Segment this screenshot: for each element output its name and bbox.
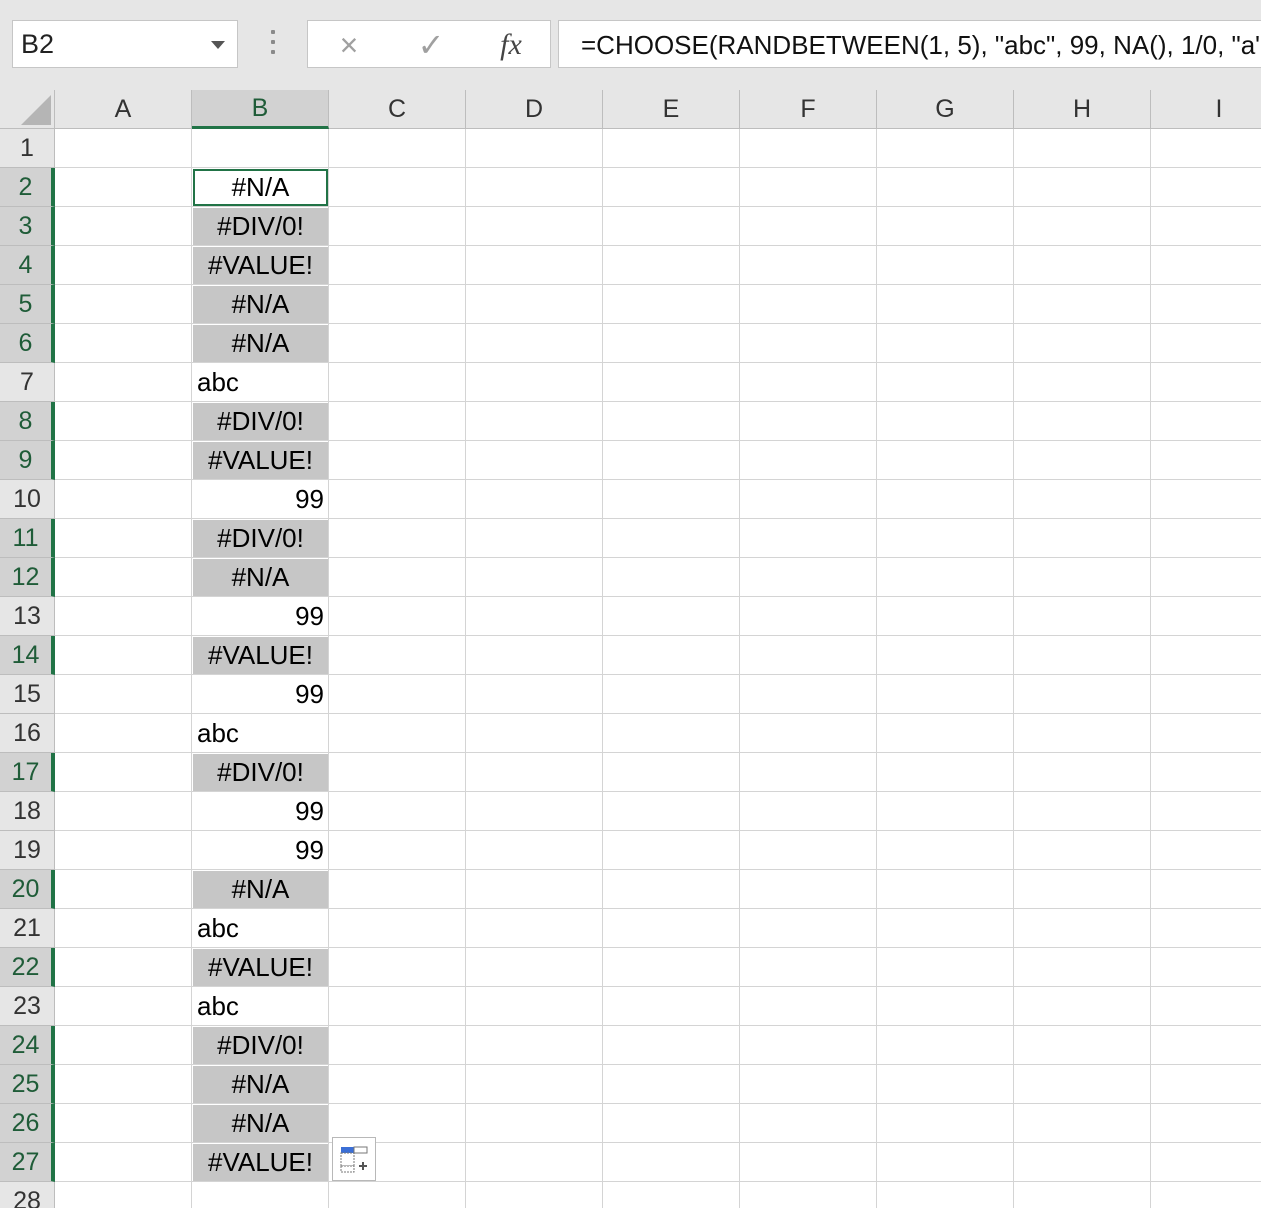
- cell-b14[interactable]: #VALUE!: [193, 637, 328, 674]
- row-header-3[interactable]: 3: [0, 207, 55, 246]
- row-header-23[interactable]: 23: [0, 987, 55, 1026]
- row-header-27[interactable]: 27: [0, 1143, 55, 1182]
- row-header-16[interactable]: 16: [0, 714, 55, 753]
- cell-b25[interactable]: #N/A: [193, 1066, 328, 1103]
- checkmark-icon[interactable]: ✓: [406, 25, 456, 65]
- row-header-17[interactable]: 17: [0, 753, 55, 792]
- worksheet-grid[interactable]: ABCDEFGHI 1 2 3 4 5 6 7 8 9 10 11 12 13 14 15 16 17 18 19 2…: [0, 90, 1261, 1208]
- row-header-15[interactable]: 15: [0, 675, 55, 714]
- cell-b24[interactable]: #DIV/0!: [193, 1027, 328, 1064]
- cell-b22[interactable]: #VALUE!: [193, 949, 328, 986]
- cell-b16[interactable]: abc: [193, 715, 328, 752]
- formula-text: =CHOOSE(RANDBETWEEN(1, 5), "abc", 99, NA…: [581, 30, 1261, 60]
- cell-b15[interactable]: 99: [193, 676, 328, 713]
- column-header-b[interactable]: B: [192, 90, 329, 129]
- row-header-26[interactable]: 26: [0, 1104, 55, 1143]
- cell-b9[interactable]: #VALUE!: [193, 442, 328, 479]
- cell-b18[interactable]: 99: [193, 793, 328, 830]
- column-header-c[interactable]: C: [329, 90, 466, 129]
- row-header-18[interactable]: 18: [0, 792, 55, 831]
- cell-b11[interactable]: #DIV/0!: [193, 520, 328, 557]
- row-header-12[interactable]: 12: [0, 558, 55, 597]
- cell-b6[interactable]: #N/A: [193, 325, 328, 362]
- column-header-f[interactable]: F: [740, 90, 877, 129]
- insert-function-icon[interactable]: fx: [486, 25, 536, 65]
- row-header-1[interactable]: 1: [0, 129, 55, 168]
- quick-analysis-icon[interactable]: [332, 1137, 376, 1181]
- chevron-down-icon[interactable]: [211, 41, 225, 49]
- row-header-13[interactable]: 13: [0, 597, 55, 636]
- row-header-22[interactable]: 22: [0, 948, 55, 987]
- row-header-7[interactable]: 7: [0, 363, 55, 402]
- row-header-11[interactable]: 11: [0, 519, 55, 558]
- cell-b2[interactable]: #N/A: [193, 169, 328, 206]
- column-header-d[interactable]: D: [466, 90, 603, 129]
- name-box[interactable]: B2: [12, 20, 238, 68]
- row-header-28[interactable]: 28: [0, 1182, 55, 1208]
- cell-b26[interactable]: #N/A: [193, 1105, 328, 1142]
- cell-b4[interactable]: #VALUE!: [193, 247, 328, 284]
- cell-b3[interactable]: #DIV/0!: [193, 208, 328, 245]
- cell-b12[interactable]: #N/A: [193, 559, 328, 596]
- cell-b7[interactable]: abc: [193, 364, 328, 401]
- row-header-14[interactable]: 14: [0, 636, 55, 675]
- formula-input[interactable]: =CHOOSE(RANDBETWEEN(1, 5), "abc", 99, NA…: [558, 20, 1261, 68]
- row-header-10[interactable]: 10: [0, 480, 55, 519]
- column-header-h[interactable]: H: [1014, 90, 1151, 129]
- row-header-5[interactable]: 5: [0, 285, 55, 324]
- row-header-24[interactable]: 24: [0, 1026, 55, 1065]
- cell-b27[interactable]: #VALUE!: [193, 1144, 328, 1181]
- cell-b19[interactable]: 99: [193, 832, 328, 869]
- formula-buttons: × ✓ fx: [307, 20, 551, 68]
- select-all-button[interactable]: [0, 90, 55, 129]
- row-header-4[interactable]: 4: [0, 246, 55, 285]
- cell-b5[interactable]: #N/A: [193, 286, 328, 323]
- cell-b20[interactable]: #N/A: [193, 871, 328, 908]
- column-header-g[interactable]: G: [877, 90, 1014, 129]
- row-header-6[interactable]: 6: [0, 324, 55, 363]
- cell-b17[interactable]: #DIV/0!: [193, 754, 328, 791]
- row-header-9[interactable]: 9: [0, 441, 55, 480]
- name-box-value: B2: [21, 29, 55, 59]
- row-header-20[interactable]: 20: [0, 870, 55, 909]
- row-header-25[interactable]: 25: [0, 1065, 55, 1104]
- cell-b10[interactable]: 99: [193, 481, 328, 518]
- cell-b21[interactable]: abc: [193, 910, 328, 947]
- column-header-i[interactable]: I: [1151, 90, 1261, 129]
- cell-b13[interactable]: 99: [193, 598, 328, 635]
- column-header-a[interactable]: A: [55, 90, 192, 129]
- row-header-8[interactable]: 8: [0, 402, 55, 441]
- cancel-icon[interactable]: ×: [324, 25, 374, 65]
- cell-b23[interactable]: abc: [193, 988, 328, 1025]
- column-header-e[interactable]: E: [603, 90, 740, 129]
- formula-bar: B2 × ✓ fx =CHOOSE(RANDBETWEEN(1, 5), "ab…: [0, 0, 1261, 90]
- row-header-19[interactable]: 19: [0, 831, 55, 870]
- row-header-21[interactable]: 21: [0, 909, 55, 948]
- cell-b8[interactable]: #DIV/0!: [193, 403, 328, 440]
- row-header-2[interactable]: 2: [0, 168, 55, 207]
- drag-handle-icon[interactable]: [268, 30, 278, 58]
